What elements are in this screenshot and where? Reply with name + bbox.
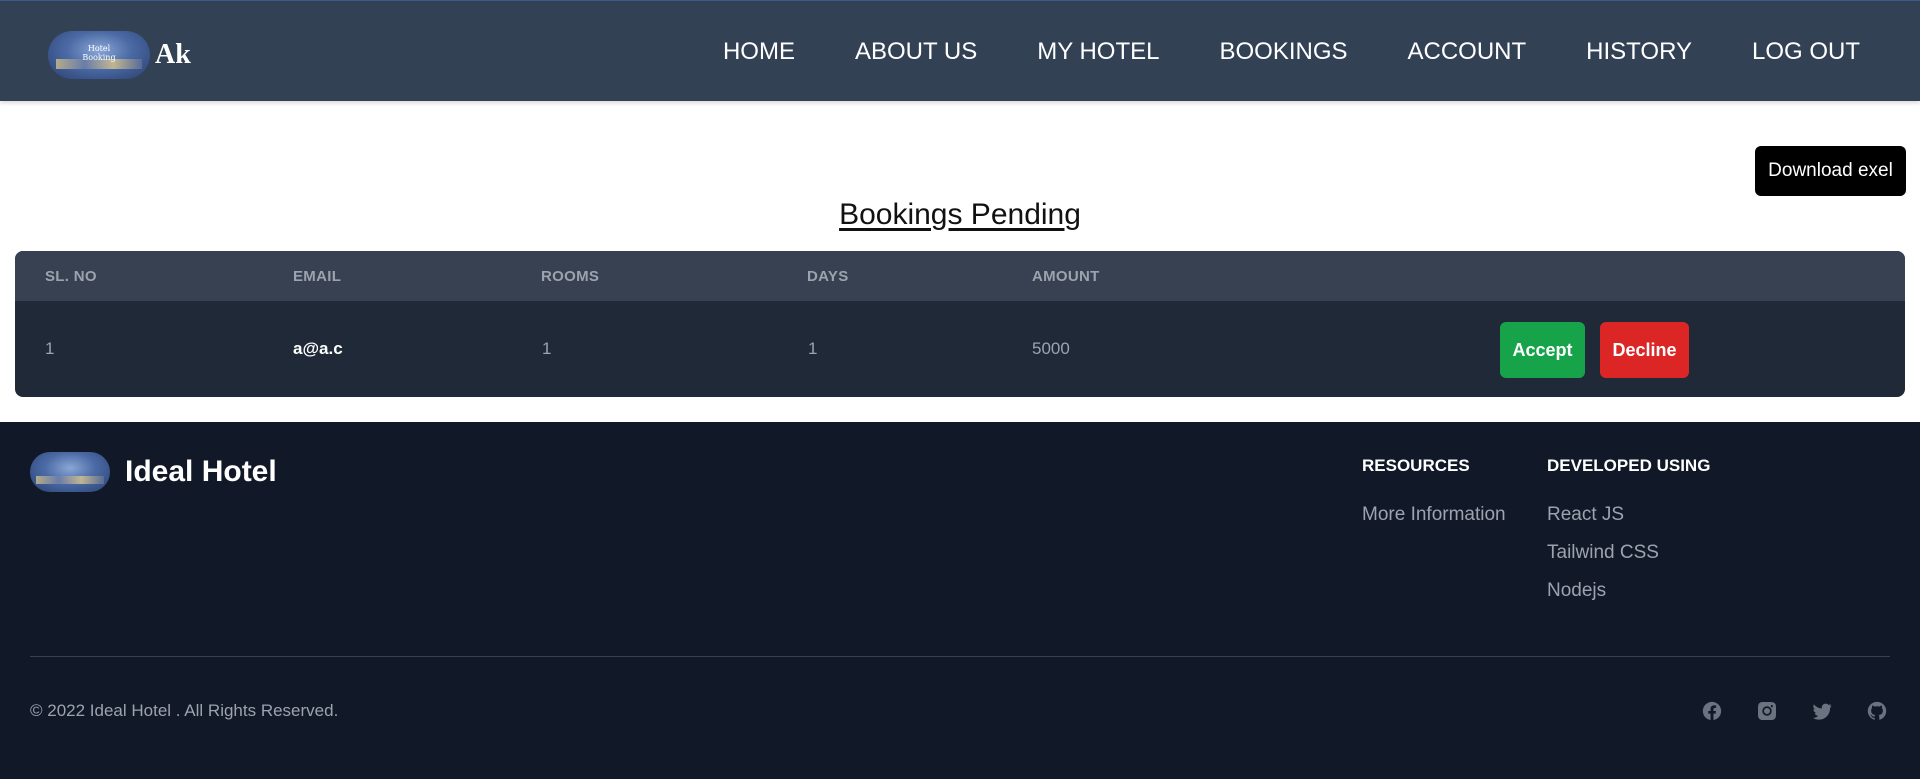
github-icon[interactable] <box>1865 699 1889 723</box>
table-header: SL. NO EMAIL ROOMS DAYS AMOUNT <box>15 251 1905 301</box>
copyright: © 2022 Ideal Hotel . All Rights Reserved… <box>30 701 339 720</box>
nav-history[interactable]: HISTORY <box>1586 36 1692 68</box>
nav-links: HOME ABOUT US MY HOTEL BOOKINGS ACCOUNT … <box>663 36 1860 68</box>
link-nodejs[interactable]: Nodejs <box>1547 580 1710 602</box>
twitter-icon[interactable] <box>1810 699 1834 723</box>
nav-home[interactable]: HOME <box>723 36 795 68</box>
column-header-sl-no: SL. NO <box>45 268 97 285</box>
logo-text-line2: Booking <box>82 53 116 62</box>
brand[interactable]: Hotel Booking Ak <box>48 31 191 79</box>
link-react-js[interactable]: React JS <box>1547 504 1710 526</box>
link-tailwind-css[interactable]: Tailwind CSS <box>1547 542 1710 564</box>
cell-rooms: 1 <box>542 339 552 358</box>
footer-divider <box>30 656 1890 657</box>
brand-name: Ak <box>155 39 191 70</box>
nav-log-out[interactable]: LOG OUT <box>1752 36 1860 68</box>
nav-bookings[interactable]: BOOKINGS <box>1219 36 1347 68</box>
column-header-email: EMAIL <box>293 268 342 285</box>
footer: Ideal Hotel RESOURCES More Information D… <box>0 422 1920 779</box>
bookings-table: SL. NO EMAIL ROOMS DAYS AMOUNT 1 a@a.c 1… <box>15 251 1905 397</box>
developed-heading: DEVELOPED USING <box>1547 456 1711 475</box>
footer-brand-name: Ideal Hotel <box>125 455 277 488</box>
cell-sl-no: 1 <box>45 339 55 358</box>
resources-heading: RESOURCES <box>1362 456 1470 475</box>
navbar: Hotel Booking Ak HOME ABOUT US MY HOTEL … <box>0 0 1920 101</box>
footer-resources: RESOURCES More Information <box>1362 456 1506 542</box>
cell-email: a@a.c <box>293 339 343 358</box>
facebook-icon[interactable] <box>1700 699 1724 723</box>
footer-logo <box>30 452 110 492</box>
social-links <box>1700 699 1920 723</box>
column-header-rooms: ROOMS <box>541 268 600 285</box>
page-title: Bookings Pending <box>839 198 1081 231</box>
cell-days: 1 <box>808 339 818 358</box>
link-more-information[interactable]: More Information <box>1362 504 1506 526</box>
nav-about-us[interactable]: ABOUT US <box>855 36 977 68</box>
nav-my-hotel[interactable]: MY HOTEL <box>1037 36 1159 68</box>
hotel-logo: Hotel Booking <box>48 31 150 79</box>
decline-button[interactable]: Decline <box>1600 322 1689 378</box>
cell-amount: 5000 <box>1032 339 1070 358</box>
download-excel-button[interactable]: Download exel <box>1755 146 1906 196</box>
nav-account[interactable]: ACCOUNT <box>1408 36 1527 68</box>
footer-developed-using: DEVELOPED USING React JS Tailwind CSS No… <box>1547 456 1710 618</box>
logo-text-line1: Hotel <box>87 44 111 53</box>
footer-brand[interactable]: Ideal Hotel <box>30 452 277 492</box>
accept-button[interactable]: Accept <box>1500 322 1585 378</box>
column-header-amount: AMOUNT <box>1032 268 1100 285</box>
instagram-icon[interactable] <box>1755 699 1779 723</box>
column-header-days: DAYS <box>807 268 849 285</box>
